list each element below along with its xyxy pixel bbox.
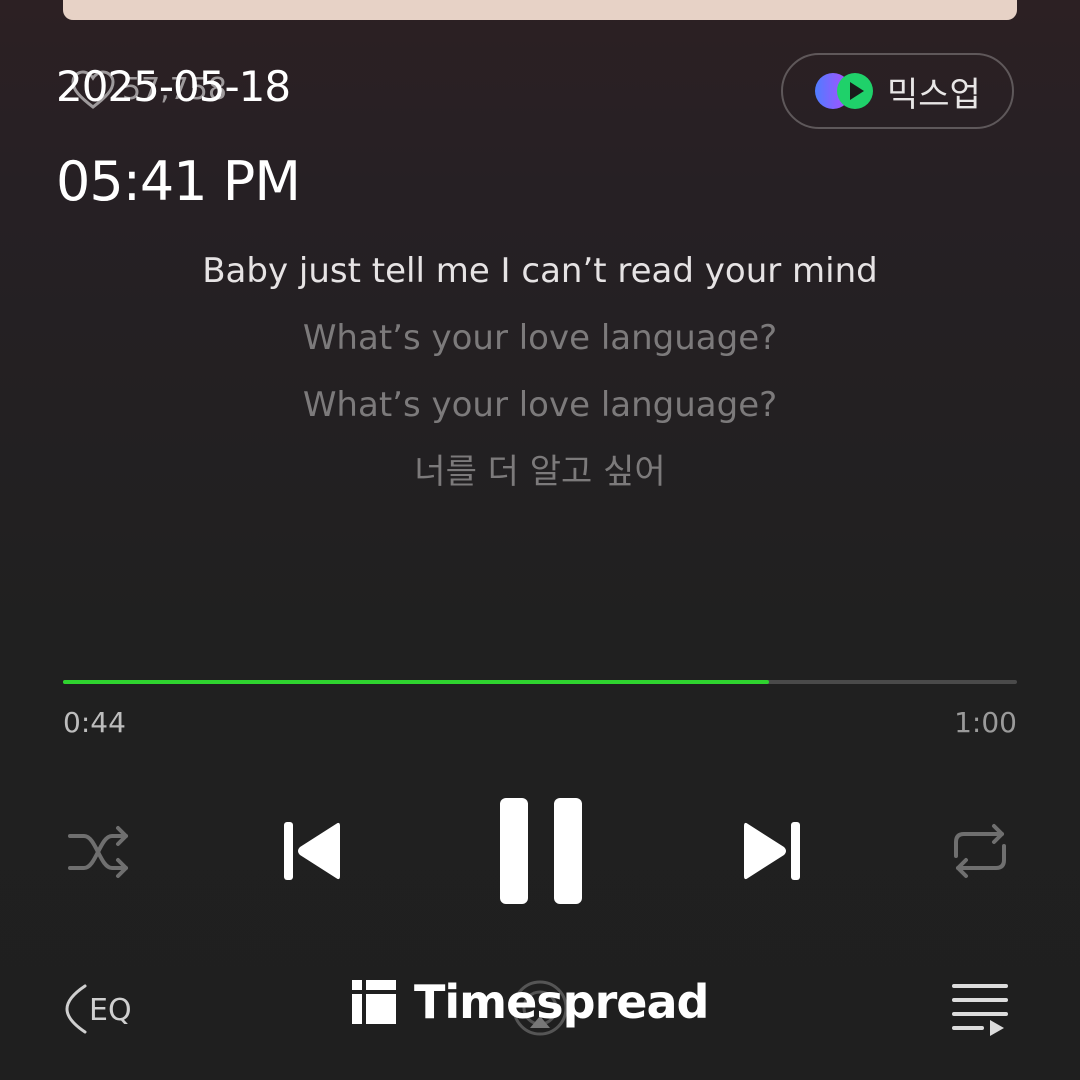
playlist-icon[interactable]	[952, 982, 1010, 1036]
lyrics-panel[interactable]: Baby just tell me I can’t read your mind…	[0, 246, 1080, 514]
repeat-icon[interactable]	[948, 820, 1012, 882]
mixup-label: 믹스업	[887, 74, 981, 115]
lyric-line[interactable]: What’s your love language?	[0, 313, 1080, 380]
watermark-text: Timespread	[414, 975, 709, 1029]
watermark: Timespread	[352, 974, 709, 1030]
seek-bar[interactable]	[63, 680, 1017, 684]
lyric-line[interactable]: What’s your love language?	[0, 380, 1080, 447]
pause-icon[interactable]	[498, 796, 584, 906]
date-stamp: 2025-05-18	[56, 62, 291, 111]
total-time: 1:00	[954, 706, 1017, 739]
current-time: 0:44	[63, 706, 126, 739]
lyric-line-current[interactable]: Baby just tell me I can’t read your mind	[0, 246, 1080, 313]
lyric-line[interactable]: 너를 더 알고 싶어	[0, 447, 1080, 514]
svg-text:EQ: EQ	[89, 993, 132, 1028]
time-stamp: 05:41 PM	[56, 150, 301, 213]
equalizer-icon[interactable]: EQ	[63, 978, 143, 1040]
shuffle-icon[interactable]	[66, 822, 132, 882]
mixup-button[interactable]: 믹스업	[781, 53, 1014, 129]
seek-bar-progress	[63, 680, 769, 684]
skip-previous-icon[interactable]	[282, 818, 344, 884]
skip-next-icon[interactable]	[740, 818, 802, 884]
timespread-logo-icon	[352, 980, 396, 1024]
album-art-bottom-edge[interactable]	[63, 0, 1017, 20]
mixup-icon	[815, 73, 873, 109]
